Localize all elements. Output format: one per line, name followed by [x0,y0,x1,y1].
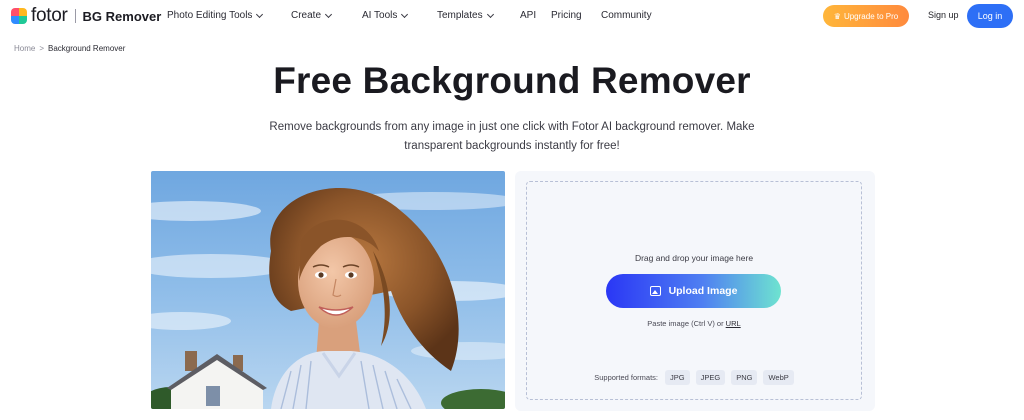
logo-icon [11,8,27,24]
menu-label: Create [291,10,322,21]
breadcrumb-home[interactable]: Home [14,44,35,53]
menu-label: AI Tools [362,10,398,21]
paste-text: Paste image (Ctrl V) or [647,319,724,328]
image-icon [649,286,661,296]
chevron-down-icon [324,10,333,18]
chevron-down-icon [486,10,494,18]
menu-templates[interactable]: Templates [437,10,494,21]
sample-portrait-image [151,171,505,409]
upload-button-label: Upload Image [668,285,738,297]
upload-image-button[interactable]: Upload Image [606,274,781,308]
menu-community[interactable]: Community [601,10,652,21]
menu-ai-tools[interactable]: AI Tools [362,10,409,21]
upgrade-label: Upgrade to Pro [843,11,899,21]
format-badge: JPG [665,370,690,385]
url-link[interactable]: URL [726,319,741,328]
top-nav: fotor BG Remover Photo Editing Tools Cre… [0,0,1024,32]
page-title: Free Background Remover [273,60,751,101]
drag-drop-hint: Drag and drop your image here [634,253,754,263]
menu-photo-editing-tools[interactable]: Photo Editing Tools [167,10,264,21]
page-subtitle: Remove backgrounds from any image in jus… [269,121,755,152]
signup-link[interactable]: Sign up [928,10,959,20]
menu-api[interactable]: API [520,10,536,21]
formats-label: Supported formats: [594,373,659,382]
breadcrumb-current: Background Remover [48,44,126,53]
menu-label: Pricing [551,10,582,21]
login-button[interactable]: Log in [967,4,1013,28]
chevron-down-icon [256,10,264,18]
menu-label: API [520,10,537,21]
crown-icon: ♛ [833,11,841,21]
menu-label: Community [601,10,652,21]
menu-pricing[interactable]: Pricing [551,10,582,21]
menu-label: Photo Editing Tools [167,10,253,21]
supported-formats: Supported formats: JPG JPEG PNG WebP [526,370,862,385]
logo[interactable]: fotor BG Remover [11,5,162,26]
menu-label: Templates [437,10,483,21]
breadcrumb: Home > Background Remover [14,44,125,53]
logo-text: fotor [31,5,68,26]
upgrade-button[interactable]: ♛ Upgrade to Pro [823,5,909,27]
logo-divider [74,9,76,23]
format-badge: WebP [763,370,794,385]
menu-create[interactable]: Create [291,10,333,21]
breadcrumb-separator: > [39,44,45,53]
format-badge: JPEG [695,370,726,385]
paste-hint: Paste image (Ctrl V) or URL [526,319,862,328]
product-name: BG Remover [82,8,162,24]
format-badge: PNG [731,370,758,385]
chevron-down-icon [401,10,409,18]
